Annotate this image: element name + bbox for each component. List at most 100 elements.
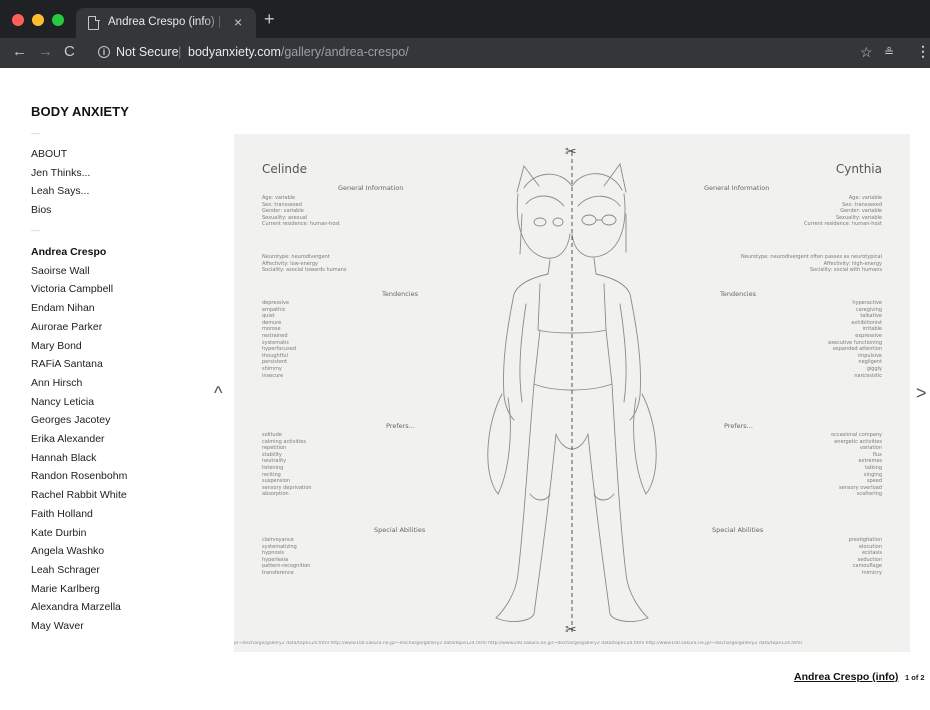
trait-line: impulsive bbox=[857, 352, 882, 359]
trait-line: mimicry bbox=[861, 569, 882, 576]
previous-arrow-icon[interactable]: ^ bbox=[214, 384, 222, 402]
left-tendencies-heading: Tendencies bbox=[382, 290, 418, 298]
minimize-window-button[interactable] bbox=[32, 14, 44, 26]
bookmark-star-icon[interactable]: ☆ bbox=[860, 44, 873, 61]
nav-link[interactable]: May Waver bbox=[31, 620, 84, 632]
trait-line: calming activities bbox=[262, 438, 306, 445]
browser-menu-icon[interactable]: ⋮ bbox=[916, 43, 930, 60]
trait-line: Affectivity: high-energy bbox=[823, 260, 882, 267]
trait-line: executive functioning bbox=[828, 339, 882, 346]
left-general-heading: General Information bbox=[338, 184, 404, 192]
trait-line: shimmy bbox=[262, 365, 282, 372]
url-domain: bodyanxiety.com bbox=[188, 45, 281, 59]
trait-line: transference bbox=[262, 569, 294, 576]
nav-link[interactable]: ABOUT bbox=[31, 148, 67, 160]
nav-divider: — bbox=[31, 225, 40, 235]
left-character-name: Celinde bbox=[262, 162, 308, 176]
trait-line: empathic bbox=[262, 306, 286, 313]
nav-link[interactable]: Andrea Crespo bbox=[31, 246, 106, 258]
address-bar[interactable]: bodyanxiety.com/gallery/andrea-crespo/ bbox=[188, 45, 409, 59]
trait-line: caregiving bbox=[855, 306, 882, 313]
trait-line: Current residence: human-host bbox=[262, 221, 340, 228]
trait-line: clairvoyance bbox=[262, 537, 294, 543]
next-arrow-icon[interactable]: > bbox=[916, 384, 927, 402]
trait-line: flux bbox=[872, 451, 882, 458]
nav-link[interactable]: Mary Bond bbox=[31, 340, 82, 352]
trait-line: singing bbox=[863, 471, 882, 478]
image-source-url: pl~discharge/gallery2 data/tope124.html … bbox=[234, 641, 802, 646]
trait-line: Current residence: human-host bbox=[804, 221, 882, 228]
nav-link[interactable]: Victoria Campbell bbox=[31, 283, 113, 295]
nav-link[interactable]: RAFiA Santana bbox=[31, 358, 103, 370]
info-icon[interactable]: i bbox=[98, 46, 110, 58]
left-prefers-heading: Prefers... bbox=[386, 422, 415, 430]
nav-link[interactable]: Marie Karlberg bbox=[31, 583, 100, 595]
trait-line: Sexuality: asexual bbox=[262, 214, 308, 221]
back-arrow-icon[interactable]: ← bbox=[12, 42, 27, 62]
browser-tab[interactable]: Andrea Crespo (info) | BODY ANXIETY × bbox=[76, 8, 256, 38]
maximize-window-button[interactable] bbox=[52, 14, 64, 26]
nav-link[interactable]: Erika Alexander bbox=[31, 433, 105, 445]
left-prefers-list: solitude calming activities repetition stab… bbox=[262, 432, 412, 498]
nav-link[interactable]: Leah Says... bbox=[31, 185, 89, 197]
trait-line: expressive bbox=[855, 332, 882, 339]
nav-link[interactable]: Saoirse Wall bbox=[31, 265, 90, 277]
trait-line: negligent bbox=[858, 359, 882, 366]
trait-line: scattering bbox=[856, 491, 882, 498]
trait-line: variation bbox=[859, 445, 882, 452]
right-prefers-heading: Prefers... bbox=[724, 422, 753, 430]
nav-link[interactable]: Alexandra Marzella bbox=[31, 601, 121, 613]
url-path: /gallery/andrea-crespo/ bbox=[280, 45, 409, 59]
trait-line: absorption bbox=[262, 491, 289, 498]
nav-link[interactable]: Georges Jacotey bbox=[31, 414, 110, 426]
gallery-image[interactable]: ✂ ✂ Celinde General Information Age: var… bbox=[234, 134, 910, 652]
right-character-name: Cynthia bbox=[835, 162, 882, 176]
tab-close-icon[interactable]: × bbox=[234, 14, 242, 30]
forward-arrow-icon[interactable]: → bbox=[38, 42, 53, 62]
new-tab-button[interactable]: + bbox=[264, 10, 275, 28]
image-caption-link[interactable]: Andrea Crespo (info) bbox=[794, 671, 898, 683]
trait-line: depressive bbox=[262, 300, 290, 306]
nav-link[interactable]: Aurorae Parker bbox=[31, 321, 102, 333]
reload-icon[interactable]: C bbox=[64, 42, 75, 62]
trait-line: irritable bbox=[862, 326, 882, 333]
extension-icon[interactable]: ≗ bbox=[884, 45, 894, 59]
nav-link[interactable]: Randon Rosenbohm bbox=[31, 470, 127, 482]
nav-link[interactable]: Kate Durbin bbox=[31, 527, 86, 539]
nav-link[interactable]: Ann Hirsch bbox=[31, 377, 82, 389]
right-neuro-list: Neurotype: neurodivergent often passes a… bbox=[662, 254, 882, 274]
nav-link[interactable]: Angela Washko bbox=[31, 545, 104, 557]
nav-link[interactable]: Endam Nihan bbox=[31, 302, 95, 314]
nav-link[interactable]: Faith Holland bbox=[31, 508, 93, 520]
site-title[interactable]: BODY ANXIETY bbox=[31, 104, 129, 119]
trait-line: Gender: variable bbox=[840, 208, 882, 215]
trait-line: hypnosis bbox=[262, 550, 285, 557]
nav-link[interactable]: Jen Thinks... bbox=[31, 167, 90, 179]
trait-line: hyperfocused bbox=[262, 346, 297, 353]
trait-line: demure bbox=[262, 319, 282, 326]
trait-line: occasional company bbox=[831, 432, 882, 438]
trait-line: sensory overload bbox=[839, 484, 882, 491]
nav-link[interactable]: Rachel Rabbit White bbox=[31, 489, 127, 501]
nav-divider: — bbox=[31, 128, 40, 138]
trait-line: narcissistic bbox=[854, 372, 882, 379]
trait-line: insecure bbox=[262, 372, 284, 379]
trait-line: hyperactive bbox=[852, 300, 882, 306]
trait-line: neutrality bbox=[262, 458, 287, 465]
nav-link[interactable]: Bios bbox=[31, 204, 51, 216]
trait-line: talkative bbox=[860, 313, 882, 320]
trait-line: systematizing bbox=[262, 543, 297, 550]
trait-line: restrained bbox=[262, 332, 288, 339]
page-icon bbox=[88, 15, 100, 30]
trait-line: Affectivity: low-energy bbox=[262, 260, 318, 267]
nav-link[interactable]: Leah Schrager bbox=[31, 564, 100, 576]
trait-line: hyperlexia bbox=[262, 556, 289, 563]
security-label[interactable]: Not Secure bbox=[116, 45, 179, 59]
nav-link[interactable]: Nancy Leticia bbox=[31, 396, 94, 408]
trait-line: Sociality: asocial towards humans bbox=[262, 267, 347, 274]
trait-line: giggly bbox=[866, 365, 882, 372]
trait-line: elocution bbox=[858, 543, 882, 550]
close-window-button[interactable] bbox=[12, 14, 24, 26]
trait-line: listening bbox=[262, 464, 284, 471]
nav-link[interactable]: Hannah Black bbox=[31, 452, 96, 464]
